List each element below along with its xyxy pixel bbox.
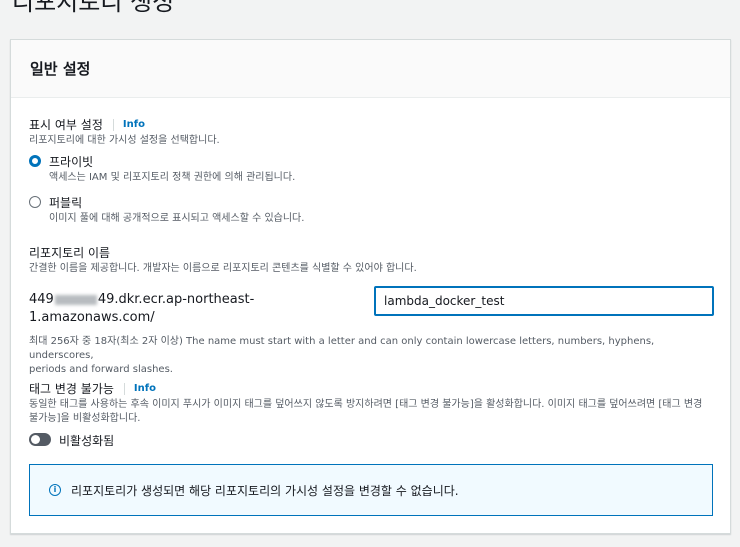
private-radio-description: 액세스는 IAM 및 리포지토리 정책 권한에 의해 관리됩니다. <box>49 172 296 183</box>
tag-immutability-description-line2: 불가능]을 비활성화합니다. <box>29 413 141 424</box>
public-radio[interactable] <box>29 196 41 208</box>
visibility-info-alert: i 리포지토리가 생성되면 해당 리포지토리의 가시성 설정을 변경할 수 없습… <box>29 464 713 516</box>
visibility-label-row: 표시 여부 설정 Info <box>29 116 145 133</box>
tag-immutability-label: 태그 변경 불가능 <box>29 382 114 396</box>
repo-name-label: 리포지토리 이름 <box>29 246 111 260</box>
tag-immutability-description: 동일한 태그를 사용하는 후속 이미지 푸시가 이미지 태그를 덮어쓰지 않도록… <box>29 398 719 426</box>
tag-immutability-label-row: 태그 변경 불가능 Info <box>29 380 156 397</box>
public-radio-label[interactable]: 퍼블릭 <box>49 194 82 211</box>
visibility-info-link[interactable]: Info <box>112 118 145 131</box>
tag-immutability-toggle[interactable] <box>29 433 51 446</box>
private-radio-label[interactable]: 프라이빗 <box>49 153 93 170</box>
page-title: 리포지토리 생성 <box>12 0 175 16</box>
repo-name-constraint-line2: periods and forward slashes. <box>29 364 173 375</box>
repo-name-input[interactable] <box>374 286 714 316</box>
private-radio[interactable] <box>29 155 41 167</box>
registry-uri-account-end: 49.dkr.ecr.ap-northeast- <box>97 292 255 307</box>
registry-uri-prefix: 449 49.dkr.ecr.ap-northeast- 1.amazonaws.… <box>29 291 254 327</box>
repo-name-constraint-line1: 최대 256자 중 18자(최소 2자 이상) The name must st… <box>29 336 655 361</box>
tag-immutability-description-line1: 동일한 태그를 사용하는 후속 이미지 푸시가 이미지 태그를 덮어쓰지 않도록… <box>29 399 703 410</box>
info-icon: i <box>49 484 61 496</box>
registry-uri-account-start: 449 <box>29 292 54 307</box>
alert-text: 리포지토리가 생성되면 해당 리포지토리의 가시성 설정을 변경할 수 없습니다… <box>71 483 459 498</box>
repo-name-description: 간결한 이름을 제공합니다. 개발자는 이름으로 리포지토리 콘텐츠를 식별할 … <box>29 263 417 274</box>
general-settings-panel: 일반 설정 표시 여부 설정 Info 리포지토리에 대한 가시성 설정을 선택… <box>10 39 731 534</box>
tag-immutability-info-link[interactable]: Info <box>123 382 156 395</box>
panel-header-title: 일반 설정 <box>30 60 91 78</box>
tag-immutability-toggle-label: 비활성화됨 <box>59 434 115 448</box>
visibility-description: 리포지토리에 대한 가시성 설정을 선택합니다. <box>29 135 220 146</box>
redacted-account-id <box>54 294 97 305</box>
registry-uri-domain: 1.amazonaws.com/ <box>29 310 155 325</box>
panel-header: 일반 설정 <box>11 40 730 98</box>
repo-name-constraint: 최대 256자 중 18자(최소 2자 이상) The name must st… <box>29 335 719 377</box>
visibility-label: 표시 여부 설정 <box>29 118 103 132</box>
toggle-knob <box>31 435 40 444</box>
public-radio-description: 이미지 풀에 대해 공개적으로 표시되고 액세스할 수 있습니다. <box>49 213 305 224</box>
